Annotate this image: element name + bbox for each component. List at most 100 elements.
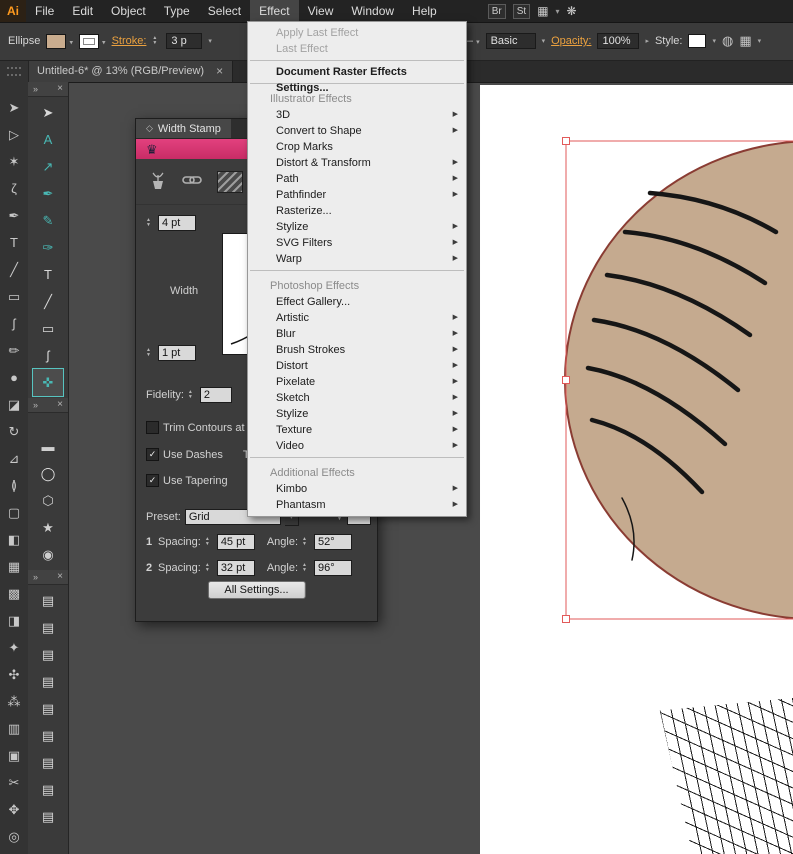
angle-stepper[interactable]: ▲ ▼: [302, 563, 310, 573]
stepper-down-icon[interactable]: ▼: [205, 542, 213, 547]
rectangle-tool[interactable]: ▭: [2, 283, 26, 310]
toolbar-grip[interactable]: [7, 67, 21, 76]
star-shape-tool[interactable]: ★: [33, 514, 63, 541]
as-rectangle-tool[interactable]: ▭: [33, 315, 63, 342]
width-stamp-tool[interactable]: ✜: [33, 369, 63, 396]
menu-item-3d[interactable]: 3D▶: [248, 107, 466, 123]
angle-field[interactable]: 52°: [314, 534, 352, 550]
collapse-panel-icon[interactable]: »: [33, 398, 38, 412]
close-panel-icon[interactable]: ×: [57, 398, 63, 412]
selection-handle[interactable]: [563, 616, 570, 623]
free-transform-tool[interactable]: ▢: [2, 499, 26, 526]
artboard-preset-tool[interactable]: ▤: [33, 749, 63, 776]
fill-dropdown-icon[interactable]: ▾: [69, 39, 73, 46]
menu-item-distort-transform[interactable]: Distort & Transform▶: [248, 155, 466, 171]
spacing-stepper[interactable]: ▲ ▼: [205, 563, 213, 573]
checkbox-box[interactable]: ✓: [146, 448, 159, 461]
spacing-field[interactable]: 45 pt: [217, 534, 255, 550]
menu-file[interactable]: File: [26, 0, 63, 22]
stepper-down-icon[interactable]: ▼: [302, 542, 310, 547]
profile-dropdown-icon[interactable]: ▾: [476, 39, 480, 46]
chain-link-icon[interactable]: [182, 174, 202, 189]
menu-edit[interactable]: Edit: [63, 0, 102, 22]
menu-item-stylize[interactable]: Stylize▶: [248, 406, 466, 422]
blob-brush-tool[interactable]: ●: [2, 364, 26, 391]
spiral-shape-tool[interactable]: ◉: [33, 541, 63, 568]
workspace-switcher-icon[interactable]: ▦: [537, 4, 548, 18]
cs-live-icon[interactable]: ❋: [567, 4, 577, 18]
opacity-link[interactable]: Opacity:: [551, 35, 591, 47]
stroke-color-control[interactable]: ▾: [79, 34, 106, 49]
stroke-swatch[interactable]: [79, 34, 99, 49]
menu-item-phantasm[interactable]: Phantasm▶: [248, 497, 466, 513]
as-type-tool[interactable]: T: [33, 261, 63, 288]
menu-type[interactable]: Type: [155, 0, 199, 22]
opacity-field[interactable]: 100%: [597, 33, 639, 49]
scale-tool[interactable]: ⊿: [2, 445, 26, 472]
transform-dropdown-icon[interactable]: ▾: [758, 37, 762, 45]
menu-object[interactable]: Object: [102, 0, 155, 22]
fill-color-control[interactable]: ▾: [46, 34, 73, 49]
stepper-down-icon[interactable]: ▼: [302, 568, 310, 573]
menu-help[interactable]: Help: [403, 0, 446, 22]
rounded-rectangle-tool[interactable]: ▬: [33, 433, 63, 460]
fidelity-stepper[interactable]: ▲ ▼: [188, 390, 196, 400]
fill-swatch[interactable]: [46, 34, 66, 49]
perspective-grid-tool[interactable]: ▦: [2, 553, 26, 580]
artboard-preset-tool[interactable]: ▤: [33, 668, 63, 695]
max-width-stepper[interactable]: ▲ ▼: [146, 218, 154, 228]
as-pen-tool[interactable]: ✒: [33, 180, 63, 207]
stroke-weight-dropdown-icon[interactable]: ▾: [208, 37, 212, 45]
hatch-pattern-swatch[interactable]: [217, 171, 243, 193]
flower-pot-icon[interactable]: [149, 170, 167, 193]
menu-item-distort[interactable]: Distort▶: [248, 358, 466, 374]
stroke-weight-stepper[interactable]: ▲ ▼: [152, 36, 160, 46]
app-logo[interactable]: Ai: [0, 0, 26, 22]
hand-tool[interactable]: ✥: [2, 796, 26, 823]
angle-stepper[interactable]: ▲ ▼: [302, 537, 310, 547]
pencil-tool[interactable]: ✏: [2, 337, 26, 364]
polygon-shape-tool[interactable]: ⬡: [33, 487, 63, 514]
menu-item-video[interactable]: Video▶: [248, 438, 466, 454]
menu-view[interactable]: View: [299, 0, 343, 22]
spacing-stepper[interactable]: ▲ ▼: [205, 537, 213, 547]
opacity-flyout-icon[interactable]: ▸: [645, 37, 649, 45]
as-node-editor-tool[interactable]: A: [33, 126, 63, 153]
brush-definition-field[interactable]: Basic: [486, 33, 536, 49]
as-pencil-tool[interactable]: ✎: [33, 207, 63, 234]
eyedropper-tool[interactable]: ✦: [2, 634, 26, 661]
artboard-preset-tool[interactable]: ▤: [33, 776, 63, 803]
artboard-preset-tool[interactable]: ▤: [33, 614, 63, 641]
stepper-down-icon[interactable]: ▼: [152, 41, 160, 46]
close-panel-icon[interactable]: ×: [57, 570, 63, 584]
menu-item-pixelate[interactable]: Pixelate▶: [248, 374, 466, 390]
artwork-ellipse[interactable]: [565, 141, 793, 619]
menu-item-kimbo[interactable]: Kimbo▶: [248, 481, 466, 497]
fidelity-field[interactable]: 2: [200, 387, 232, 403]
zoom-tool[interactable]: ◎: [2, 823, 26, 850]
trim-contours-checkbox-row[interactable]: Trim Contours at M: [146, 421, 257, 434]
as-selection-tool[interactable]: ➤: [33, 99, 63, 126]
menu-effect[interactable]: Effect: [250, 0, 298, 22]
stepper-down-icon[interactable]: ▼: [337, 517, 345, 522]
magic-wand-tool[interactable]: ✶: [2, 148, 26, 175]
menu-item-artistic[interactable]: Artistic▶: [248, 310, 466, 326]
style-swatch[interactable]: [688, 34, 706, 48]
artboard-preset-tool[interactable]: ▤: [33, 587, 63, 614]
menu-item-svg-filters[interactable]: SVG Filters▶: [248, 235, 466, 251]
artboard-preset-tool[interactable]: ▤: [33, 695, 63, 722]
pen-tool[interactable]: ✒: [2, 202, 26, 229]
workspace-dropdown-icon[interactable]: ▾: [556, 7, 560, 16]
type-tool[interactable]: T: [2, 229, 26, 256]
menu-select[interactable]: Select: [199, 0, 250, 22]
menu-item-effect-gallery[interactable]: Effect Gallery...: [248, 294, 466, 310]
stroke-panel-link[interactable]: Stroke:: [112, 35, 147, 47]
rotate-tool[interactable]: ↻: [2, 418, 26, 445]
spacing-field[interactable]: 32 pt: [217, 560, 255, 576]
stepper-down-icon[interactable]: ▼: [146, 353, 154, 358]
checkbox-box[interactable]: ✓: [146, 474, 159, 487]
close-panel-icon[interactable]: ×: [57, 82, 63, 96]
eraser-tool[interactable]: ◪: [2, 391, 26, 418]
column-graph-tool[interactable]: ▥: [2, 715, 26, 742]
as-line-tool[interactable]: ╱: [33, 288, 63, 315]
